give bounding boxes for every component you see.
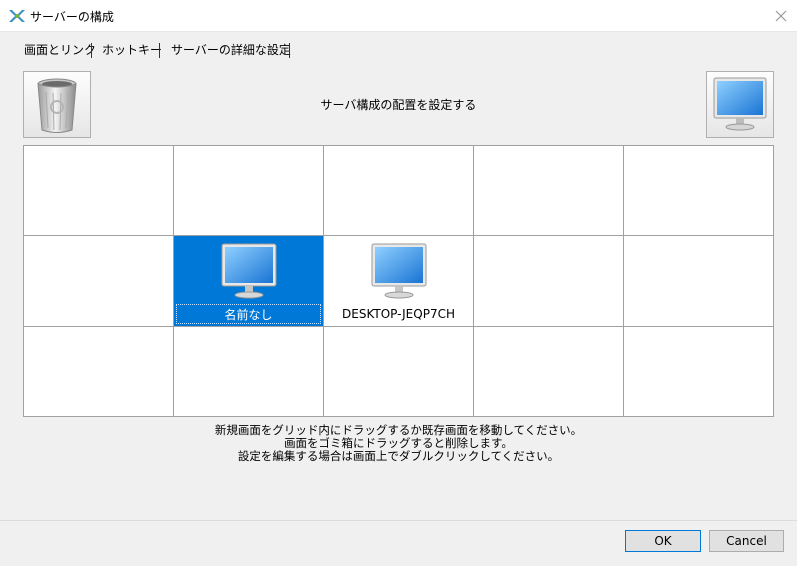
tab-strip: 画面とリンク ホットキー サーバーの詳細な設定: [0, 38, 797, 62]
grid-cell[interactable]: [474, 146, 623, 235]
grid-cell[interactable]: [474, 327, 623, 416]
grid-cell[interactable]: [324, 327, 473, 416]
tab-advanced-server-settings[interactable]: サーバーの詳細な設定: [167, 42, 295, 58]
instruction-line: 設定を編集する場合は画面上でダブルクリックしてください。: [237, 449, 560, 463]
grid-cell[interactable]: [624, 146, 773, 235]
layout-heading: サーバ構成の配置を設定する: [320, 98, 477, 112]
grid-cell[interactable]: [24, 146, 173, 235]
tab-separator: [289, 43, 290, 58]
tab-separator: [159, 43, 160, 58]
tab-separator: [91, 43, 92, 58]
server-config-icon: [8, 7, 26, 25]
grid-cell[interactable]: [474, 236, 623, 326]
monitor-icon: [221, 243, 276, 299]
screen-tile-desktop[interactable]: DESKTOP-JEQP7CH: [324, 236, 473, 326]
screen-name-label: 名前なし: [176, 304, 321, 324]
close-icon[interactable]: [769, 4, 793, 28]
monitor-icon: [371, 243, 426, 299]
grid-cell[interactable]: [174, 327, 323, 416]
grid-cell[interactable]: [324, 146, 473, 235]
tab-hotkeys[interactable]: ホットキー: [98, 42, 166, 58]
grid-cell[interactable]: [24, 327, 173, 416]
grid-cell[interactable]: [624, 236, 773, 326]
window-title: サーバーの構成: [30, 10, 114, 24]
ok-button[interactable]: OK: [625, 530, 701, 552]
grid-cell[interactable]: [624, 327, 773, 416]
title-bar[interactable]: サーバーの構成: [0, 0, 797, 32]
screen-name-label: DESKTOP-JEQP7CH: [342, 307, 455, 321]
grid-cell[interactable]: [174, 146, 323, 235]
cancel-button[interactable]: Cancel: [709, 530, 784, 552]
server-config-dialog: サーバーの構成 画面とリンク ホットキー サーバーの詳細な設定 サーバ構成の配置…: [0, 0, 797, 566]
monitor-icon: [713, 77, 767, 131]
new-screen-button[interactable]: [706, 71, 774, 138]
instructions: 新規画面をグリッド内にドラッグするか既存画面を移動してください。 画面をゴミ箱に…: [0, 424, 797, 463]
tab-screens-and-links[interactable]: 画面とリンク: [20, 42, 100, 58]
screen-layout-grid[interactable]: 名前なし DESKTOP-JEQP7CH: [23, 145, 774, 417]
grid-cell[interactable]: [24, 236, 173, 326]
screen-tile-unnamed[interactable]: 名前なし: [174, 236, 323, 326]
